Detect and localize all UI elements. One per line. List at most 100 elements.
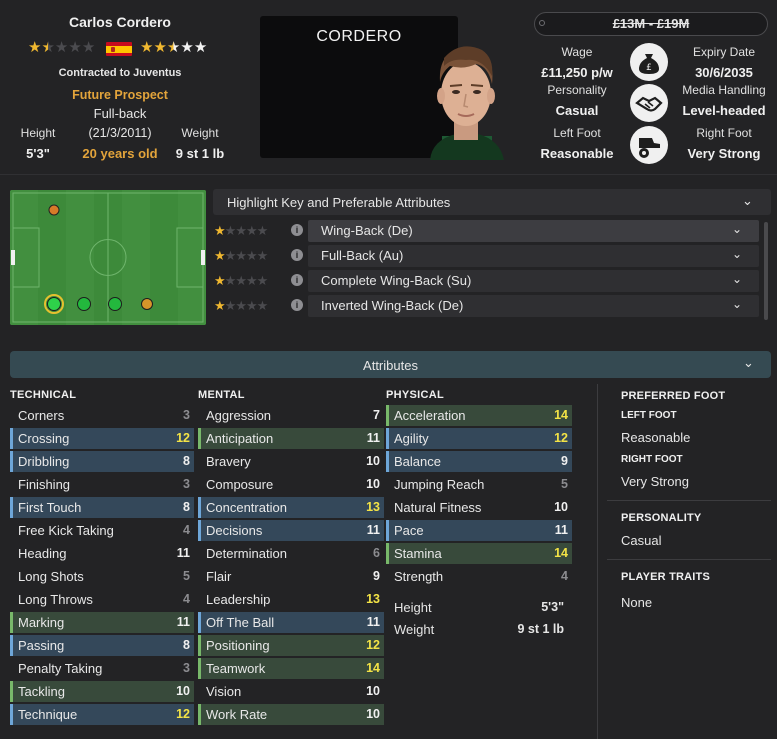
attribute-value: 7	[373, 408, 380, 422]
attribute-row[interactable]: Off The Ball 11	[198, 612, 384, 633]
personality-title: PERSONALITY	[621, 512, 702, 524]
right-foot-value: Very Strong	[687, 146, 761, 161]
attribute-value: 11	[366, 523, 380, 537]
attribute-value: 10	[366, 477, 380, 491]
attribute-name: Concentration	[206, 500, 287, 515]
side-divider	[597, 384, 598, 739]
attribute-name: Free Kick Taking	[18, 523, 114, 538]
attribute-row[interactable]: Marking 11	[10, 612, 194, 633]
attribute-row[interactable]: Balance 9	[386, 451, 572, 472]
height-value: 5'3"	[26, 146, 50, 161]
chevron-down-icon[interactable]: ⌄	[732, 297, 742, 311]
attribute-row[interactable]: Free Kick Taking 4	[10, 520, 194, 541]
attribute-name: Acceleration	[394, 408, 466, 423]
role-row[interactable]: ★★★★★ i Inverted Wing-Back (De) ⌄	[213, 295, 759, 317]
role-row[interactable]: ★★★★★ i Complete Wing-Back (Su) ⌄	[213, 270, 759, 292]
transfer-value: £13M - £19M	[612, 16, 690, 31]
attribute-value: 4	[561, 569, 568, 583]
attribute-row[interactable]: Tackling 10	[10, 681, 194, 702]
attribute-row[interactable]: Jumping Reach 5	[386, 474, 572, 495]
attribute-row[interactable]: Determination 6	[198, 543, 384, 564]
attribute-row[interactable]: Work Rate 10	[198, 704, 384, 725]
attribute-name: Passing	[18, 638, 65, 653]
attribute-row[interactable]: Pace 11	[386, 520, 572, 541]
chevron-down-icon[interactable]: ⌄	[743, 355, 754, 371]
attribute-value: 10	[366, 707, 380, 721]
left-foot-side-value: Reasonable	[621, 430, 691, 445]
role-row[interactable]: ★★★★★ i Full-Back (Au) ⌄	[213, 245, 759, 267]
attribute-value: 13	[366, 500, 380, 514]
attribute-row[interactable]: Corners 3	[10, 405, 194, 426]
attribute-row[interactable]: Crossing 12	[10, 428, 194, 449]
attribute-name: Flair	[206, 569, 232, 584]
info-icon[interactable]: i	[291, 224, 303, 236]
role-row[interactable]: ★★★★★ i Wing-Back (De) ⌄	[213, 220, 759, 242]
attribute-name: Long Throws	[18, 592, 93, 607]
attribute-name: Leadership	[206, 592, 271, 607]
height-label: Height	[20, 126, 56, 140]
info-icon[interactable]: i	[291, 249, 303, 261]
attribute-value: 11	[366, 615, 380, 629]
attribute-row[interactable]: Agility 12	[386, 428, 572, 449]
attribute-value: 3	[183, 477, 190, 491]
attribute-row[interactable]: Leadership 13	[198, 589, 384, 610]
chevron-down-icon[interactable]: ⌄	[732, 247, 742, 261]
role-label: Complete Wing-Back (Su)	[321, 273, 472, 288]
info-icon[interactable]: i	[291, 274, 303, 286]
role-rating-stars: ★★★★★	[214, 273, 268, 288]
attributes-bar-label: Attributes	[363, 358, 418, 373]
attribute-value: 12	[366, 638, 380, 652]
attribute-name: Determination	[206, 546, 287, 561]
personality-value: Casual	[555, 103, 599, 118]
side-separator	[607, 559, 771, 560]
attribute-value: 12	[176, 707, 190, 721]
attribute-name: Aggression	[206, 408, 272, 423]
role-rating-stars: ★★★★★	[214, 223, 268, 238]
chevron-down-icon[interactable]: ⌄	[742, 193, 753, 209]
attribute-row[interactable]: Long Throws 4	[10, 589, 194, 610]
attribute-value: 12	[176, 431, 190, 445]
position-pitch[interactable]	[10, 190, 206, 325]
attribute-row[interactable]: Penalty Taking 3	[10, 658, 194, 679]
attribute-row[interactable]: First Touch 8	[10, 497, 194, 518]
attribute-row[interactable]: Technique 12	[10, 704, 194, 725]
attribute-row[interactable]: Vision 10	[198, 681, 384, 702]
attribute-row[interactable]: Teamwork 14	[198, 658, 384, 679]
attribute-row[interactable]: Heading 11	[10, 543, 194, 564]
attribute-value: 10	[176, 684, 190, 698]
attribute-row[interactable]: Positioning 12	[198, 635, 384, 656]
attribute-value: 14	[366, 661, 380, 675]
attribute-row[interactable]: Dribbling 8	[10, 451, 194, 472]
ability-ratings: ★★★★★ ★★★★★	[28, 40, 218, 56]
role-label: Inverted Wing-Back (De)	[321, 298, 464, 313]
technical-title: TECHNICAL	[10, 389, 77, 401]
attribute-row[interactable]: Acceleration 14	[386, 405, 572, 426]
attribute-row[interactable]: Concentration 13	[198, 497, 384, 518]
attribute-row[interactable]: Flair 9	[198, 566, 384, 587]
info-icon[interactable]: i	[291, 299, 303, 311]
attribute-row[interactable]: Anticipation 11	[198, 428, 384, 449]
attribute-row[interactable]: Stamina 14	[386, 543, 572, 564]
attribute-row[interactable]: Aggression 7	[198, 405, 384, 426]
attribute-value: 5	[561, 477, 568, 491]
attribute-value: 14	[554, 546, 568, 560]
date-of-birth: (21/3/2011)	[88, 126, 152, 140]
attribute-name: Corners	[18, 408, 65, 423]
header-divider	[0, 174, 777, 175]
attribute-value: 14	[554, 408, 568, 422]
right-foot-side-value: Very Strong	[621, 474, 689, 489]
attribute-row[interactable]: Passing 8	[10, 635, 194, 656]
attribute-name: Teamwork	[206, 661, 266, 676]
attribute-row[interactable]: Composure 10	[198, 474, 384, 495]
attribute-row[interactable]: Bravery 10	[198, 451, 384, 472]
attribute-row[interactable]: Finishing 3	[10, 474, 194, 495]
roles-scrollbar[interactable]	[764, 222, 768, 320]
attribute-row[interactable]: Decisions 11	[198, 520, 384, 541]
attribute-row[interactable]: Strength 4	[386, 566, 572, 587]
chevron-down-icon[interactable]: ⌄	[732, 222, 742, 236]
attribute-name: Stamina	[394, 546, 442, 561]
attribute-name: Strength	[394, 569, 444, 584]
attribute-row[interactable]: Natural Fitness 10	[386, 497, 572, 518]
attribute-row[interactable]: Long Shots 5	[10, 566, 194, 587]
chevron-down-icon[interactable]: ⌄	[732, 272, 742, 286]
